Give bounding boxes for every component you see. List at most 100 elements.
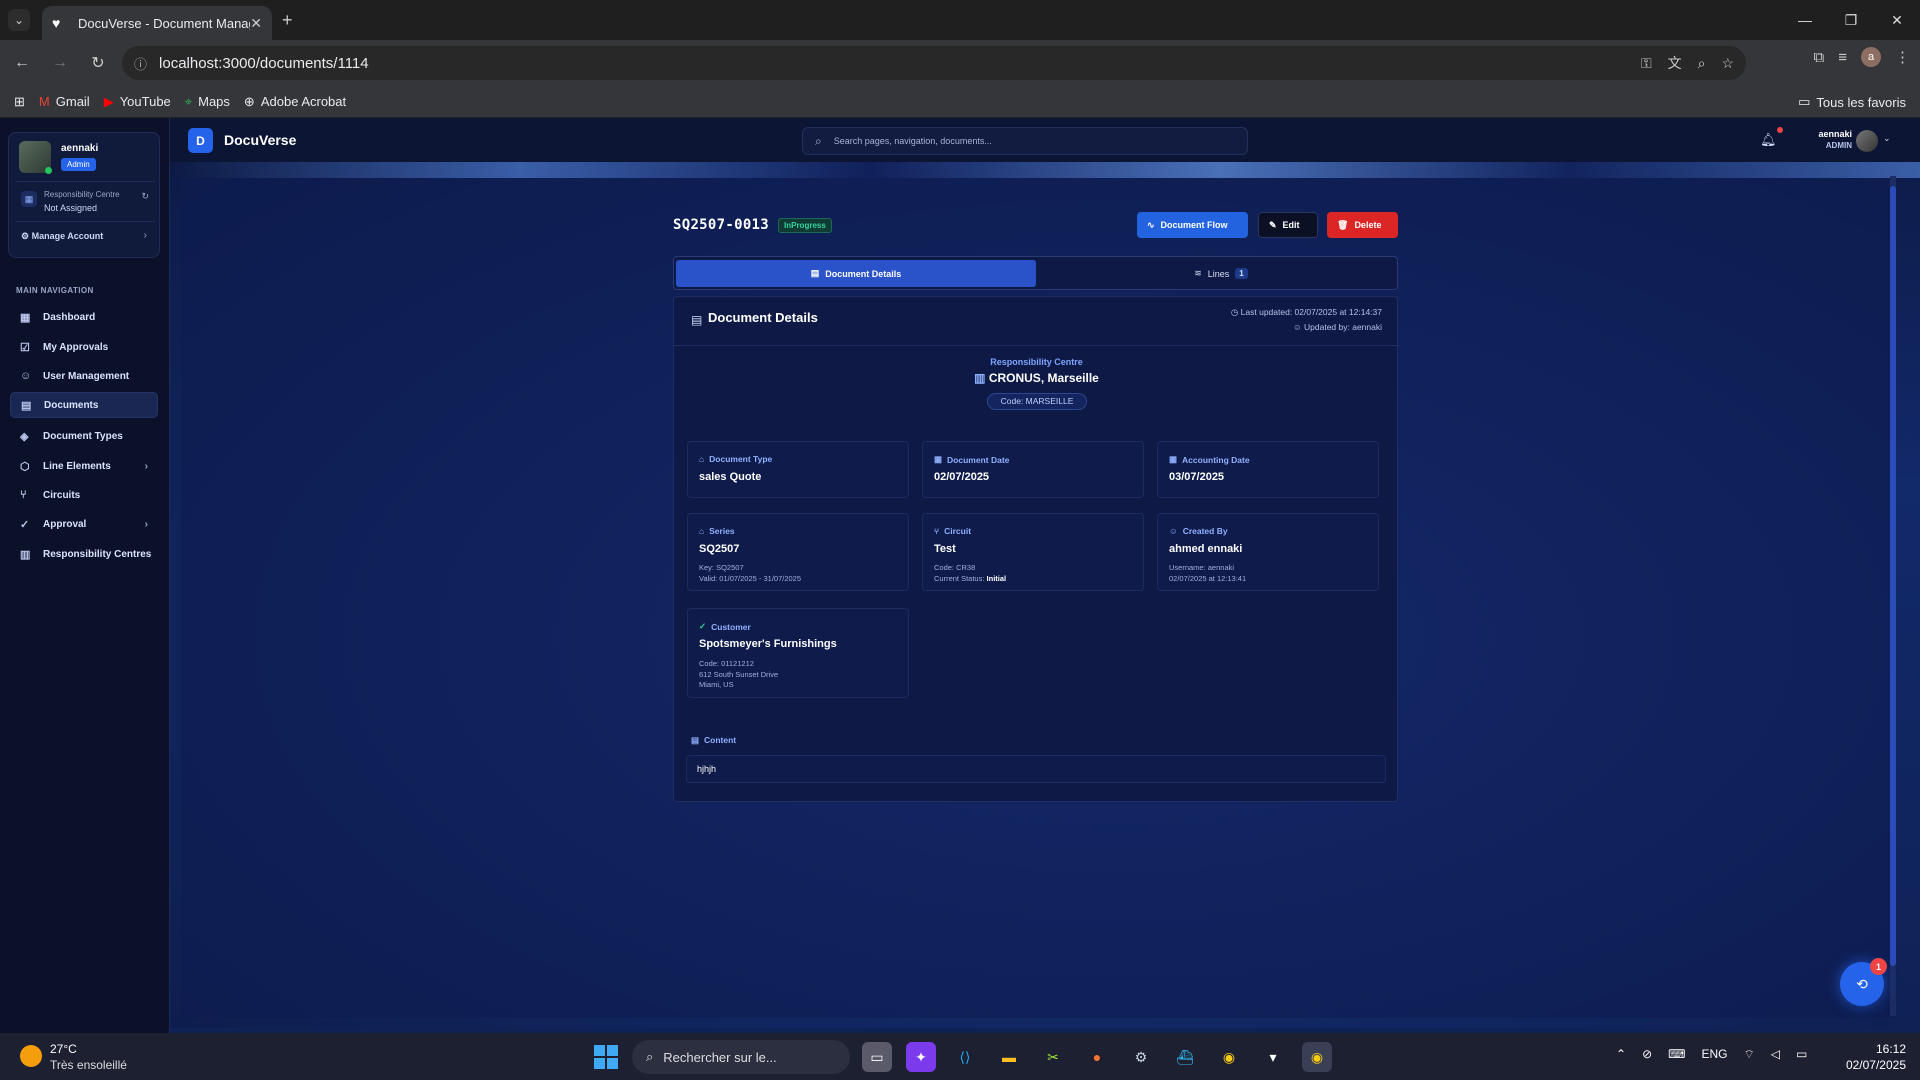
minimize-button[interactable]: — <box>1782 0 1828 40</box>
volume-icon[interactable]: ◁ <box>1771 1047 1780 1062</box>
forward-button[interactable]: → <box>44 47 76 79</box>
weather-sun-icon[interactable] <box>20 1045 42 1067</box>
document-tabs: ▤ Document Details ≋ Lines 1 <box>673 256 1398 290</box>
layers-icon: ◈ <box>20 430 29 443</box>
brand-logo[interactable]: D <box>188 128 213 153</box>
box-icon: ⬡ <box>20 460 30 473</box>
close-window-button[interactable]: ✕ <box>1874 0 1920 40</box>
extensions-icon[interactable]: ⧉ <box>1814 49 1825 66</box>
taskbar-search[interactable]: ⌕ Rechercher sur le... <box>632 1040 850 1074</box>
cursor-icon[interactable]: ▾ <box>1258 1042 1288 1072</box>
responsibility-centre-label: Responsibility Centre <box>990 357 1083 367</box>
taskbar-clock[interactable]: 16:12 02/07/2025 <box>1834 1041 1906 1073</box>
wifi-icon[interactable]: ⌔ <box>1743 1047 1754 1062</box>
refresh-icon[interactable]: ↻ <box>141 191 149 202</box>
clipboard-check-icon: ☑ <box>20 341 30 354</box>
bookmark-youtube[interactable]: ▶ YouTube <box>104 94 171 110</box>
file-explorer-icon[interactable]: ▬ <box>994 1042 1024 1072</box>
sidebar-item-my-approvals[interactable]: ☑ My Approvals <box>10 334 158 360</box>
bookmark-star-icon[interactable]: ☆ <box>1721 55 1734 72</box>
decorative-stripe <box>170 162 1920 178</box>
field-series: ⌂ Series SQ2507 Key: SQ2507 Valid: 01/07/… <box>687 513 909 591</box>
topbar-user-name[interactable]: aennaki <box>1804 129 1852 139</box>
bookmark-gmail[interactable]: M Gmail <box>39 94 90 109</box>
menu-icon[interactable]: ⋮ <box>1895 48 1910 66</box>
media-icon[interactable]: ≡ <box>1838 49 1847 66</box>
sidebar-item-document-types[interactable]: ◈ Document Types <box>10 423 158 449</box>
settings-icon[interactable]: ⚙ <box>1126 1042 1156 1072</box>
tab-lines[interactable]: ≋ Lines 1 <box>1046 260 1396 287</box>
git-branch-icon: ⑂ <box>20 489 27 501</box>
global-search-input[interactable]: ⌕ Search pages, navigation, documents... <box>802 127 1248 155</box>
password-key-icon[interactable]: ⚿ <box>1641 55 1652 72</box>
status-badge: InProgress <box>778 218 832 233</box>
field-circuit: ⑂ Circuit Test Code: CR38 Current Status:… <box>922 513 1144 591</box>
bookmarks-bar: ⊞ M Gmail ▶ YouTube ⌖ Maps ⊕ Adobe Acrobat ▭… <box>0 86 1920 118</box>
user-role-badge: Admin <box>61 158 96 171</box>
tab-document-details[interactable]: ▤ Document Details <box>676 260 1036 287</box>
activity-icon: ∿ <box>1147 219 1155 230</box>
sidebar-item-line-elements[interactable]: ⬡ Line Elements › <box>10 453 158 479</box>
chrome-profile-icon[interactable]: ◉ <box>1302 1042 1332 1072</box>
restore-button[interactable]: ❐ <box>1828 0 1874 40</box>
brand-name[interactable]: DocuVerse <box>224 132 296 148</box>
edit-button[interactable]: ✎ Edit <box>1258 212 1318 238</box>
sidebar-item-circuits[interactable]: ⑂ Circuits <box>10 482 158 508</box>
profile-avatar[interactable]: a <box>1861 47 1881 67</box>
vscode-icon[interactable]: ⟨⟩ <box>950 1042 980 1072</box>
task-view-icon[interactable]: ▭ <box>862 1042 892 1072</box>
chevron-up-icon[interactable]: ⌃ <box>1616 1047 1626 1062</box>
weather-desc[interactable]: Très ensoleillé <box>50 1058 127 1072</box>
translate-icon[interactable]: 文 <box>1668 53 1682 73</box>
tag-icon: ⌂ <box>699 526 705 536</box>
site-info-icon[interactable]: ⓘ <box>134 54 147 73</box>
sidebar-item-documents[interactable]: ▤ Documents <box>10 392 158 418</box>
app-icon[interactable]: ✂ <box>1038 1042 1068 1072</box>
battery-icon[interactable]: ▭ <box>1796 1047 1807 1062</box>
os-taskbar: 27°C Très ensoleillé ⌕ Rechercher sur le.… <box>0 1033 1920 1080</box>
document-id: SQ2507-0013 <box>673 217 770 233</box>
content-value: hjhjh <box>686 755 1386 783</box>
delete-button[interactable]: 🗑︎ Delete <box>1327 212 1398 238</box>
close-tab-icon[interactable]: ✕ <box>250 15 262 32</box>
weather-temp[interactable]: 27°C <box>50 1042 77 1056</box>
back-button[interactable]: ← <box>6 47 38 79</box>
sidebar-item-dashboard[interactable]: ▦ Dashboard <box>10 304 158 330</box>
bookmark-maps[interactable]: ⌖ Maps <box>185 94 230 110</box>
all-bookmarks[interactable]: ▭ Tous les favoris <box>1798 94 1906 110</box>
sidebar-item-responsibility-centres[interactable]: ▥ Responsibility Centres <box>10 541 158 567</box>
chevron-down-icon[interactable]: ⌄ <box>1883 133 1891 144</box>
document-flow-button[interactable]: ∿ Document Flow <box>1137 212 1248 238</box>
page-scrollbar[interactable] <box>1890 176 1896 1016</box>
document-icon: ▤ <box>21 399 32 412</box>
sidebar-item-approval[interactable]: ✓ Approval › <box>10 511 158 537</box>
tab-search-button[interactable]: ⌄ <box>8 9 30 31</box>
manage-account-link[interactable]: ⚙ Manage Account <box>21 231 103 242</box>
address-bar[interactable]: ⓘ localhost:3000/documents/1114 ⚿ 文 ⌕ ☆ <box>122 46 1746 80</box>
keyboard-icon[interactable]: ⌨ <box>1668 1047 1685 1062</box>
fab-badge: 1 <box>1870 958 1887 975</box>
sidebar-item-user-management[interactable]: ☺ User Management <box>10 363 158 389</box>
field-document-type: ⌂ Document Type sales Quote <box>687 441 909 498</box>
postman-icon[interactable]: ● <box>1082 1042 1112 1072</box>
docker-icon[interactable]: ⛴ <box>1170 1042 1200 1072</box>
user-name: aennaki <box>61 143 99 154</box>
browser-tab[interactable]: ♥ DocuVerse - Document Manag ✕ <box>42 6 272 40</box>
network-off-icon[interactable]: ⊘ <box>1642 1047 1652 1062</box>
notifications-bell-icon[interactable]: 🔔︎ <box>1760 132 1777 148</box>
copilot-icon[interactable]: ✦ <box>906 1042 936 1072</box>
chrome-icon[interactable]: ◉ <box>1214 1042 1244 1072</box>
user-check-icon: ✓ <box>20 518 30 531</box>
url-text: localhost:3000/documents/1114 <box>159 54 369 72</box>
history-icon: ⟲ <box>1856 975 1868 992</box>
zoom-icon[interactable]: ⌕ <box>1698 55 1706 72</box>
topbar-avatar[interactable] <box>1856 130 1878 152</box>
start-button[interactable] <box>594 1045 618 1069</box>
new-tab-button[interactable]: + <box>282 10 293 31</box>
field-accounting-date: ▦ Accounting Date 03/07/2025 <box>1157 441 1379 498</box>
bookmark-adobe-acrobat[interactable]: ⊕ Adobe Acrobat <box>244 94 346 110</box>
reload-button[interactable]: ↻ <box>82 47 114 79</box>
apps-grid-icon[interactable]: ⊞ <box>14 94 25 110</box>
language-indicator[interactable]: ENG <box>1701 1047 1727 1062</box>
responsibility-centre-value: Not Assigned <box>44 203 98 213</box>
